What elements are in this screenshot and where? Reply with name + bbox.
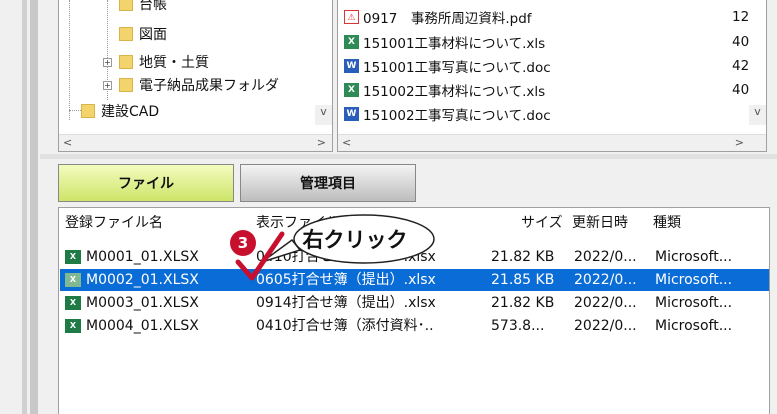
updated-date: 2022/0... bbox=[574, 318, 637, 334]
tree-item-label: 図面 bbox=[139, 27, 167, 43]
column-header-registered-name[interactable]: 登録ファイル名 bbox=[65, 212, 163, 234]
scroll-left-button[interactable]: < bbox=[342, 136, 351, 149]
callout-text: 右クリック bbox=[302, 228, 408, 252]
excel-icon: X bbox=[65, 296, 81, 310]
registered-name: M0004_01.XLSX bbox=[86, 318, 199, 334]
registered-name: M0002_01.XLSX bbox=[86, 272, 199, 288]
scroll-down-button[interactable]: v bbox=[315, 105, 332, 125]
expand-icon[interactable]: + bbox=[103, 81, 112, 90]
file-item[interactable]: W 151001工事写真について.doc 42 bbox=[344, 56, 749, 76]
registered-name: M0001_01.XLSX bbox=[86, 249, 199, 265]
scroll-down-button[interactable]: v bbox=[749, 105, 766, 125]
column-header-type[interactable]: 種類 bbox=[653, 212, 681, 234]
step-badge: 3 bbox=[230, 230, 256, 256]
file-size: 21.85 KB bbox=[491, 272, 555, 288]
display-name: 0410打合せ簿（添付資料･.. bbox=[256, 318, 434, 334]
folder-icon bbox=[119, 78, 133, 92]
tab-management-items[interactable]: 管理項目 bbox=[240, 164, 416, 202]
left-splitter bbox=[0, 0, 40, 414]
file-size: 40 bbox=[732, 82, 750, 98]
tree-line bbox=[69, 110, 81, 111]
tree-line bbox=[69, 0, 70, 120]
tree-item-label: 地質・土質 bbox=[139, 55, 209, 71]
folder-tree[interactable]: 台帳 図面 + 地質・土質 + 電子納品成果フォルダ 建設CAD v < > bbox=[58, 0, 333, 152]
tree-item[interactable]: 地質・土質 bbox=[119, 52, 209, 72]
file-item[interactable]: X 151002工事材料について.xls 40 bbox=[344, 80, 749, 100]
horizontal-scrollbar[interactable]: < > bbox=[338, 134, 766, 151]
column-header-size[interactable]: サイズ bbox=[521, 212, 563, 234]
file-size: 40 bbox=[732, 34, 750, 50]
updated-date: 2022/0... bbox=[574, 272, 637, 288]
tree-item[interactable]: 建設CAD bbox=[81, 101, 159, 121]
folder-icon bbox=[119, 55, 133, 69]
file-type: Microsoft... bbox=[655, 249, 733, 265]
table-row[interactable]: X M0003_01.XLSX 0914打合せ簿（提出）.xlsx 21.82 … bbox=[60, 292, 769, 314]
file-name: 151002工事材料について.xls bbox=[363, 84, 546, 100]
updated-date: 2022/0... bbox=[574, 249, 637, 265]
scroll-right-button[interactable]: > bbox=[317, 136, 326, 149]
file-item[interactable]: W 151002工事写真について.doc bbox=[344, 104, 551, 124]
file-name: 151002工事写真について.doc bbox=[363, 108, 551, 124]
folder-icon bbox=[119, 0, 133, 11]
file-name: 151001工事写真について.doc bbox=[363, 60, 551, 76]
file-type: Microsoft... bbox=[655, 272, 733, 288]
tree-item[interactable]: 電子納品成果フォルダ bbox=[119, 75, 279, 95]
file-name: 0917 事務所周辺資料.pdf bbox=[363, 11, 532, 27]
splitter-bar[interactable] bbox=[22, 0, 27, 414]
column-header-updated[interactable]: 更新日時 bbox=[572, 212, 628, 234]
pdf-icon: ⚠ bbox=[344, 10, 359, 24]
file-list-pane[interactable]: ⚠ 0917 事務所周辺資料.pdf 12 X 151001工事材料について.x… bbox=[337, 0, 767, 152]
folder-icon bbox=[119, 27, 133, 41]
folder-icon bbox=[81, 104, 95, 118]
file-item[interactable]: X 151001工事材料について.xls 40 bbox=[344, 32, 749, 52]
updated-date: 2022/0... bbox=[574, 295, 637, 311]
excel-icon: X bbox=[65, 250, 81, 264]
file-type: Microsoft... bbox=[655, 318, 733, 334]
file-size: 573.8... bbox=[491, 318, 545, 334]
scroll-right-button[interactable]: > bbox=[735, 136, 744, 149]
display-name: 0914打合せ簿（提出）.xlsx bbox=[256, 295, 436, 311]
file-item[interactable]: ⚠ 0917 事務所周辺資料.pdf 12 bbox=[344, 7, 749, 27]
horizontal-splitter[interactable] bbox=[40, 154, 777, 159]
table-row[interactable]: X M0004_01.XLSX 0410打合せ簿（添付資料･.. 573.8..… bbox=[60, 315, 769, 337]
xls-icon: X bbox=[344, 83, 359, 97]
registered-name: M0003_01.XLSX bbox=[86, 295, 199, 311]
file-size: 42 bbox=[732, 58, 750, 74]
file-type: Microsoft... bbox=[655, 295, 733, 311]
excel-icon: X bbox=[65, 273, 81, 287]
file-size: 12 bbox=[732, 9, 750, 25]
tree-item-label: 台帳 bbox=[139, 0, 167, 13]
expand-icon[interactable]: + bbox=[103, 58, 112, 67]
tree-item[interactable]: 台帳 bbox=[119, 0, 167, 14]
doc-icon: W bbox=[344, 107, 359, 121]
tab-file[interactable]: ファイル bbox=[58, 164, 234, 202]
xls-icon: X bbox=[344, 35, 359, 49]
excel-icon: X bbox=[65, 319, 81, 333]
file-size: 21.82 KB bbox=[491, 249, 555, 265]
splitter-bar[interactable] bbox=[30, 0, 38, 414]
tree-item[interactable]: 図面 bbox=[119, 24, 167, 44]
tree-item-label: 電子納品成果フォルダ bbox=[139, 78, 279, 94]
tree-item-label: 建設CAD bbox=[101, 104, 160, 120]
file-size: 21.82 KB bbox=[491, 295, 555, 311]
doc-icon: W bbox=[344, 59, 359, 73]
scroll-left-button[interactable]: < bbox=[63, 136, 72, 149]
horizontal-scrollbar[interactable]: < > bbox=[59, 134, 332, 151]
file-name: 151001工事材料について.xls bbox=[363, 36, 546, 52]
